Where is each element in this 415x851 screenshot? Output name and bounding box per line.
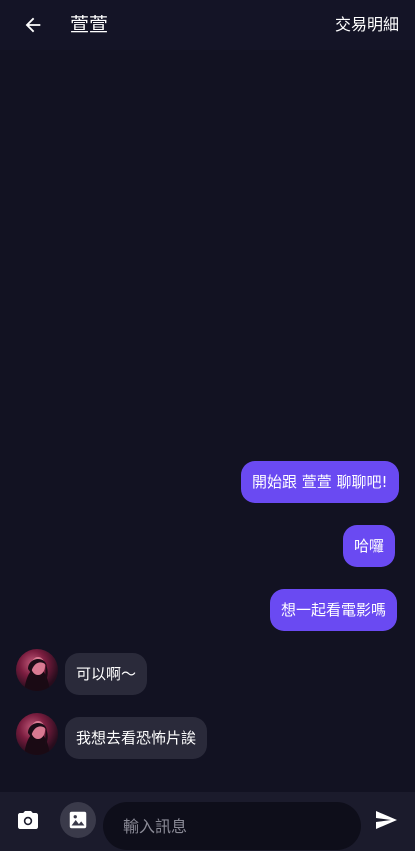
arrow-left-icon xyxy=(25,17,41,33)
incoming-message: 可以啊～ xyxy=(65,653,148,695)
send-icon xyxy=(376,811,397,829)
message-composer xyxy=(0,792,415,851)
back-button[interactable] xyxy=(20,12,46,38)
outgoing-message: 開始跟 萱萱 聊聊吧! xyxy=(241,461,399,503)
image-button[interactable] xyxy=(60,802,96,838)
message-input[interactable] xyxy=(103,802,361,850)
page-title: 萱萱 xyxy=(70,14,109,36)
avatar[interactable] xyxy=(16,713,58,755)
send-button[interactable] xyxy=(372,806,400,834)
outgoing-message: 想一起看電影嗎 xyxy=(270,589,398,631)
transaction-details-link[interactable]: 交易明細 xyxy=(335,0,399,50)
avatar[interactable] xyxy=(16,649,58,691)
chat-area[interactable]: 開始跟 萱萱 聊聊吧! 哈囉 想一起看電影嗎 可以啊～ 我想去看恐怖片誒 xyxy=(0,50,415,792)
incoming-message: 我想去看恐怖片誒 xyxy=(65,717,208,759)
camera-button[interactable] xyxy=(14,806,42,834)
outgoing-message: 哈囉 xyxy=(343,525,396,567)
image-icon xyxy=(69,811,87,829)
camera-icon xyxy=(18,811,38,829)
app-header: 萱萱 交易明細 xyxy=(0,0,415,50)
